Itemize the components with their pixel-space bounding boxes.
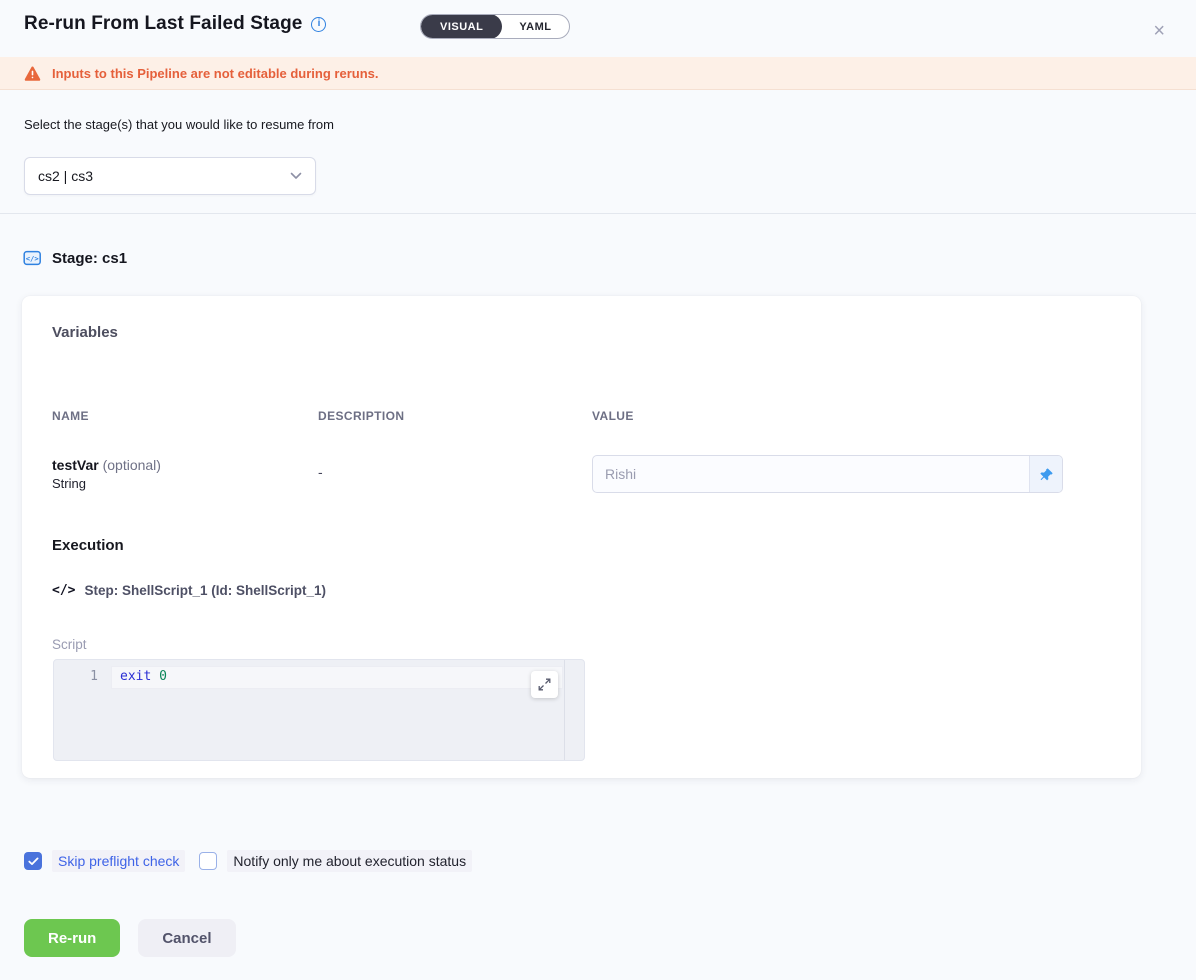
- tab-visual[interactable]: VISUAL: [421, 14, 502, 39]
- notify-only-me-label[interactable]: Notify only me about execution status: [227, 850, 472, 872]
- editor-scrollbar[interactable]: [564, 660, 565, 760]
- pin-button[interactable]: [1029, 456, 1062, 492]
- svg-text:</>: </>: [26, 254, 40, 263]
- variable-name: testVar (optional): [52, 457, 161, 473]
- column-header-name: NAME: [52, 409, 89, 423]
- skip-preflight-label[interactable]: Skip preflight check: [52, 850, 185, 872]
- script-label: Script: [52, 637, 87, 652]
- code-step-icon: </>: [52, 583, 75, 598]
- chevron-down-icon: [290, 172, 302, 180]
- variable-description: -: [318, 464, 323, 480]
- code-line: exit 0: [120, 669, 167, 684]
- stage-select-label: Select the stage(s) that you would like …: [24, 117, 334, 132]
- dialog-header: Re-run From Last Failed Stage i: [24, 13, 326, 35]
- dialog-actions: Re-run Cancel: [24, 919, 236, 957]
- info-icon[interactable]: i: [311, 17, 326, 32]
- skip-preflight-checkbox[interactable]: [24, 852, 42, 870]
- step-heading: </> Step: ShellScript_1 (Id: ShellScript…: [52, 583, 326, 598]
- stage-card: Variables NAME DESCRIPTION VALUE testVar…: [22, 296, 1141, 778]
- variable-type: String: [52, 476, 86, 491]
- stage-title: Stage: cs1: [52, 250, 127, 267]
- cancel-button[interactable]: Cancel: [138, 919, 235, 957]
- skip-preflight-option[interactable]: Skip preflight check: [24, 850, 185, 872]
- page-title: Re-run From Last Failed Stage: [24, 13, 302, 35]
- stage-select-value: cs2 | cs3: [38, 168, 93, 184]
- rerun-button[interactable]: Re-run: [24, 919, 120, 957]
- script-code-editor[interactable]: 1 exit 0: [53, 659, 585, 761]
- code-keyword: exit: [120, 669, 151, 684]
- line-number: 1: [54, 669, 98, 684]
- stage-select-dropdown[interactable]: cs2 | cs3: [24, 157, 316, 195]
- expand-editor-button[interactable]: [531, 671, 558, 698]
- expand-icon: [538, 678, 551, 691]
- notify-only-me-checkbox[interactable]: [199, 852, 217, 870]
- step-title: Step: ShellScript_1 (Id: ShellScript_1): [84, 583, 326, 598]
- warning-text: Inputs to this Pipeline are not editable…: [52, 66, 378, 81]
- stage-heading: </> Stage: cs1: [22, 248, 127, 268]
- column-header-value: VALUE: [592, 409, 634, 423]
- variables-heading: Variables: [52, 324, 118, 341]
- warning-icon: [24, 66, 41, 81]
- code-number: 0: [159, 669, 167, 684]
- column-header-description: DESCRIPTION: [318, 409, 404, 423]
- pin-icon: [1039, 467, 1054, 482]
- options-row: Skip preflight check Notify only me abou…: [24, 850, 472, 872]
- close-icon[interactable]: ×: [1153, 21, 1165, 41]
- section-divider: [0, 213, 1196, 214]
- variable-optional-suffix: (optional): [103, 457, 161, 473]
- variable-value-input[interactable]: [593, 456, 1029, 492]
- visual-yaml-toggle: VISUAL YAML: [420, 14, 570, 39]
- current-line-highlight: [111, 666, 563, 689]
- notify-only-me-option[interactable]: Notify only me about execution status: [199, 850, 472, 872]
- variable-value-field: [592, 455, 1063, 493]
- tab-yaml[interactable]: YAML: [502, 14, 568, 39]
- rerun-dialog: Re-run From Last Failed Stage i VISUAL Y…: [0, 0, 1196, 980]
- stage-icon: </>: [22, 248, 43, 268]
- execution-heading: Execution: [52, 537, 124, 554]
- warning-banner: Inputs to this Pipeline are not editable…: [0, 57, 1196, 90]
